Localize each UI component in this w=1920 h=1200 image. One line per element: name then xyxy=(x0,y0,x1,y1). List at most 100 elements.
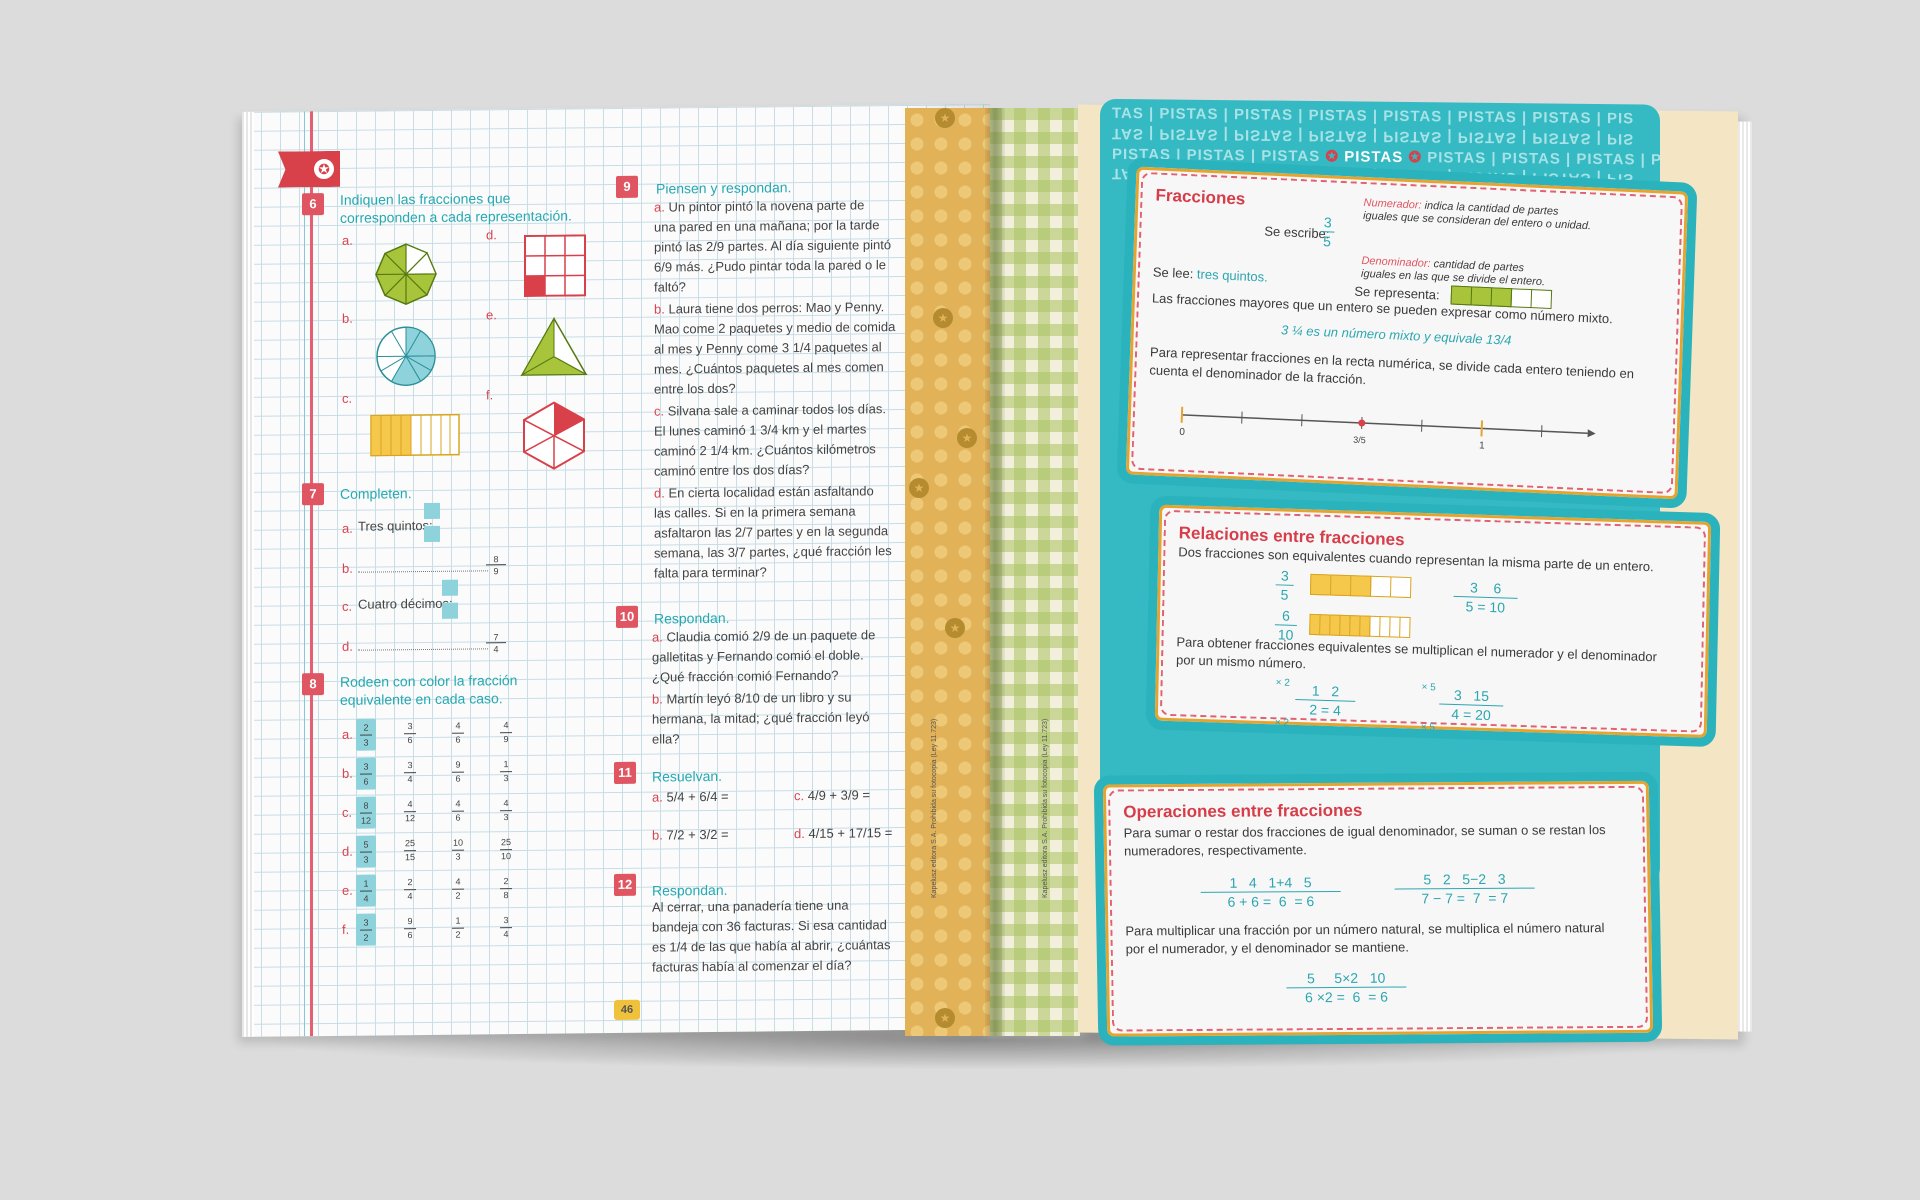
ex9-c-label: c. xyxy=(654,403,665,419)
ex8-option-numerator: 25 xyxy=(500,837,511,848)
exercise-8-title-line2: equivalente en cada caso. xyxy=(340,690,503,708)
ex8-option-fraction[interactable]: 34 xyxy=(400,759,420,787)
star-coin-icon: ★ xyxy=(935,108,955,128)
ex8-option-numerator: 3 xyxy=(407,760,413,771)
ex8-option-numerator: 4 xyxy=(455,720,461,731)
card3-line3: Para multiplicar una fracción por un núm… xyxy=(1125,920,1605,939)
ex7-label-b: b. xyxy=(342,560,353,576)
ex9-a-label: a. xyxy=(654,199,665,215)
hexagon-fraction-figure xyxy=(523,401,585,470)
ex11-d-label: d. xyxy=(794,826,805,842)
left-page: ✪ 6 Indiquen las fracciones que correspo… xyxy=(242,104,990,1037)
ex8-key-fraction: 14 xyxy=(356,874,376,907)
ex8-key-numerator: 3 xyxy=(363,917,369,928)
exercise-11-title: Resuelvan. xyxy=(652,767,723,785)
ex8-option-denominator: 3 xyxy=(452,849,464,864)
ex8-option-fraction[interactable]: 34 xyxy=(496,914,516,942)
spine-fold-shadow xyxy=(985,108,1005,1036)
ex8-option-denominator: 6 xyxy=(452,732,464,747)
ex8-option-fraction[interactable]: 28 xyxy=(496,875,516,903)
card3-line3-4: Para multiplicar una fracción por un núm… xyxy=(1125,919,1656,959)
card1-title: Fracciones xyxy=(1155,185,1246,209)
se-lee-label: Se lee: xyxy=(1152,264,1194,282)
spine-credit-right: Kapelusz editora S.A. Prohibida su fotoc… xyxy=(1042,718,1049,898)
ex7-text-c: Cuatro décimos: xyxy=(358,595,453,612)
ex9-b-line5: entre los dos? xyxy=(654,380,736,397)
ex9-c-line2: El lunes caminó 1 3/4 km y el martes xyxy=(654,421,867,439)
ex8-option-fraction[interactable]: 25 10 xyxy=(496,836,516,864)
ex8-key-numerator: 1 xyxy=(363,878,369,889)
ex11-a-expr: 5/4 + 6/4 = xyxy=(666,788,729,805)
bar-fraction-figure xyxy=(370,413,460,457)
ex7-blank-b[interactable] xyxy=(358,570,488,573)
ex8-option-denominator: 2 xyxy=(452,888,464,903)
equivalence-3-5-6-10: 3 65 = 10 xyxy=(1453,578,1518,617)
ex8-option-fraction[interactable]: 42 xyxy=(448,876,468,903)
ex8-option-numerator: 4 xyxy=(455,876,461,887)
ex8-option-fraction[interactable]: 10 3 xyxy=(448,837,468,864)
exercise-12-number: 12 xyxy=(614,873,636,897)
card-relaciones: Relaciones entre fracciones Dos fraccion… xyxy=(1145,495,1721,748)
ex9-d-line1: En cierta localidad están asfaltando xyxy=(668,483,874,501)
ex8-option-fraction[interactable]: 96 xyxy=(448,759,468,786)
page-number: 46 xyxy=(614,999,640,1021)
ex9-b-line3: al mes y Penny come 3 1/4 paquetes al xyxy=(654,339,882,357)
exercise-9-title: Piensen y respondan. xyxy=(656,179,792,197)
ex8-option-fraction[interactable]: 49 xyxy=(496,719,516,747)
frac-3-5: 35 xyxy=(1275,566,1294,604)
ex11-a-label: a. xyxy=(652,789,663,805)
ex8-option-fraction[interactable]: 25 15 xyxy=(400,837,420,865)
ex8-option-fraction[interactable]: 12 xyxy=(448,915,468,942)
card3-line2: numeradores, respectivamente. xyxy=(1123,842,1307,859)
ex8-option-denominator: 3 xyxy=(500,771,512,786)
ex10-b-line3: ella? xyxy=(652,731,680,747)
ex11-op-b: b. 7/2 + 3/2 = xyxy=(652,825,729,846)
pistas-logo: ✪ PISTAS ✪ xyxy=(1325,148,1422,166)
ex8-option-fraction[interactable]: 24 xyxy=(400,876,420,904)
ex8-option-fraction[interactable]: 4 12 xyxy=(400,798,420,826)
exercise-8-title-line1: Rodeen con color la fracción xyxy=(340,672,518,690)
answer-box-c-num[interactable] xyxy=(442,579,458,596)
exercise-6-title-line2: corresponden a cada representación. xyxy=(340,207,572,226)
ex8-option-numerator: 9 xyxy=(455,759,461,770)
ex8-option-numerator: 4 xyxy=(503,720,509,731)
ex6-label-c: c. xyxy=(342,390,353,406)
ex8-option-denominator: 9 xyxy=(500,732,512,747)
answer-box-a-num[interactable] xyxy=(424,502,440,520)
ex9-b-line4: mes. ¿Cuántos paquetes al mes comen xyxy=(654,359,884,377)
ex9-d-line4: semana, las 3/7 partes, ¿qué fracción le… xyxy=(654,543,892,561)
ex8-option-denominator: 6 xyxy=(404,928,416,943)
pistas-main-right: PISTAS | PISTAS | PISTAS | PIS xyxy=(1427,149,1660,169)
ex9-part-a: a. Un pintor pintó la novena parte de un… xyxy=(654,195,914,298)
ex12-line4: facturas había al comenzar el día? xyxy=(652,957,852,975)
ex7-frac-d-den: 4 xyxy=(486,642,506,657)
ex8-row-label: b. xyxy=(342,765,353,781)
ex8-key-denominator: 4 xyxy=(360,890,372,906)
ex9-a-line5: faltó? xyxy=(654,279,686,295)
exercise-10-number: 10 xyxy=(616,605,638,628)
ex8-option-fraction[interactable]: 46 xyxy=(448,720,468,747)
answer-box-a-den[interactable] xyxy=(424,525,440,543)
ex8-option-denominator: 2 xyxy=(452,927,464,942)
ex12-line2: bandeja con 36 facturas. Si esa cantidad xyxy=(652,917,887,935)
exercise-9-number: 9 xyxy=(616,175,638,198)
ex7-blank-d[interactable] xyxy=(358,648,488,651)
ex8-option-fraction[interactable]: 36 xyxy=(400,720,420,748)
ex8-option-fraction[interactable]: 43 xyxy=(496,797,516,825)
spine-orange-pattern: ★ ★ ★ ★ ★ ★ Kapelusz editora S.A. Prohib… xyxy=(905,108,995,1036)
star-coin-icon: ★ xyxy=(933,308,953,328)
ex8-option-fraction[interactable]: 96 xyxy=(400,915,420,943)
ex8-rows: a. 2 3 3 6 4 6 4 9 b. 3 6 3 4 9 6 1 3 c. 8 12 4 12 4 6 4 3 d. 5 3 25 15… xyxy=(242,104,990,946)
margin-line-red xyxy=(310,111,313,1037)
ex8-option-denominator: 12 xyxy=(404,811,416,826)
ex10-b-line1: Martín leyó 8/10 de un libro y su xyxy=(666,689,852,707)
answer-box-c-den[interactable] xyxy=(442,602,458,619)
ex9-part-b: b. Laura tiene dos perros: Mao y Penny. … xyxy=(654,297,914,400)
ex9-b-line2: Mao come 2 paquetes y medio de comida xyxy=(654,319,896,337)
card2-line3: por un mismo número. xyxy=(1175,652,1307,672)
ex9-c-line4: caminó entre los dos días? xyxy=(654,461,810,479)
ex9-c-line3: caminó 2 1/4 km. ¿Cuántos kilómetros xyxy=(654,441,876,459)
ex8-option-fraction[interactable]: 46 xyxy=(448,798,468,825)
ex8-option-fraction[interactable]: 13 xyxy=(496,758,516,786)
exercise-10-title: Respondan. xyxy=(654,609,730,627)
